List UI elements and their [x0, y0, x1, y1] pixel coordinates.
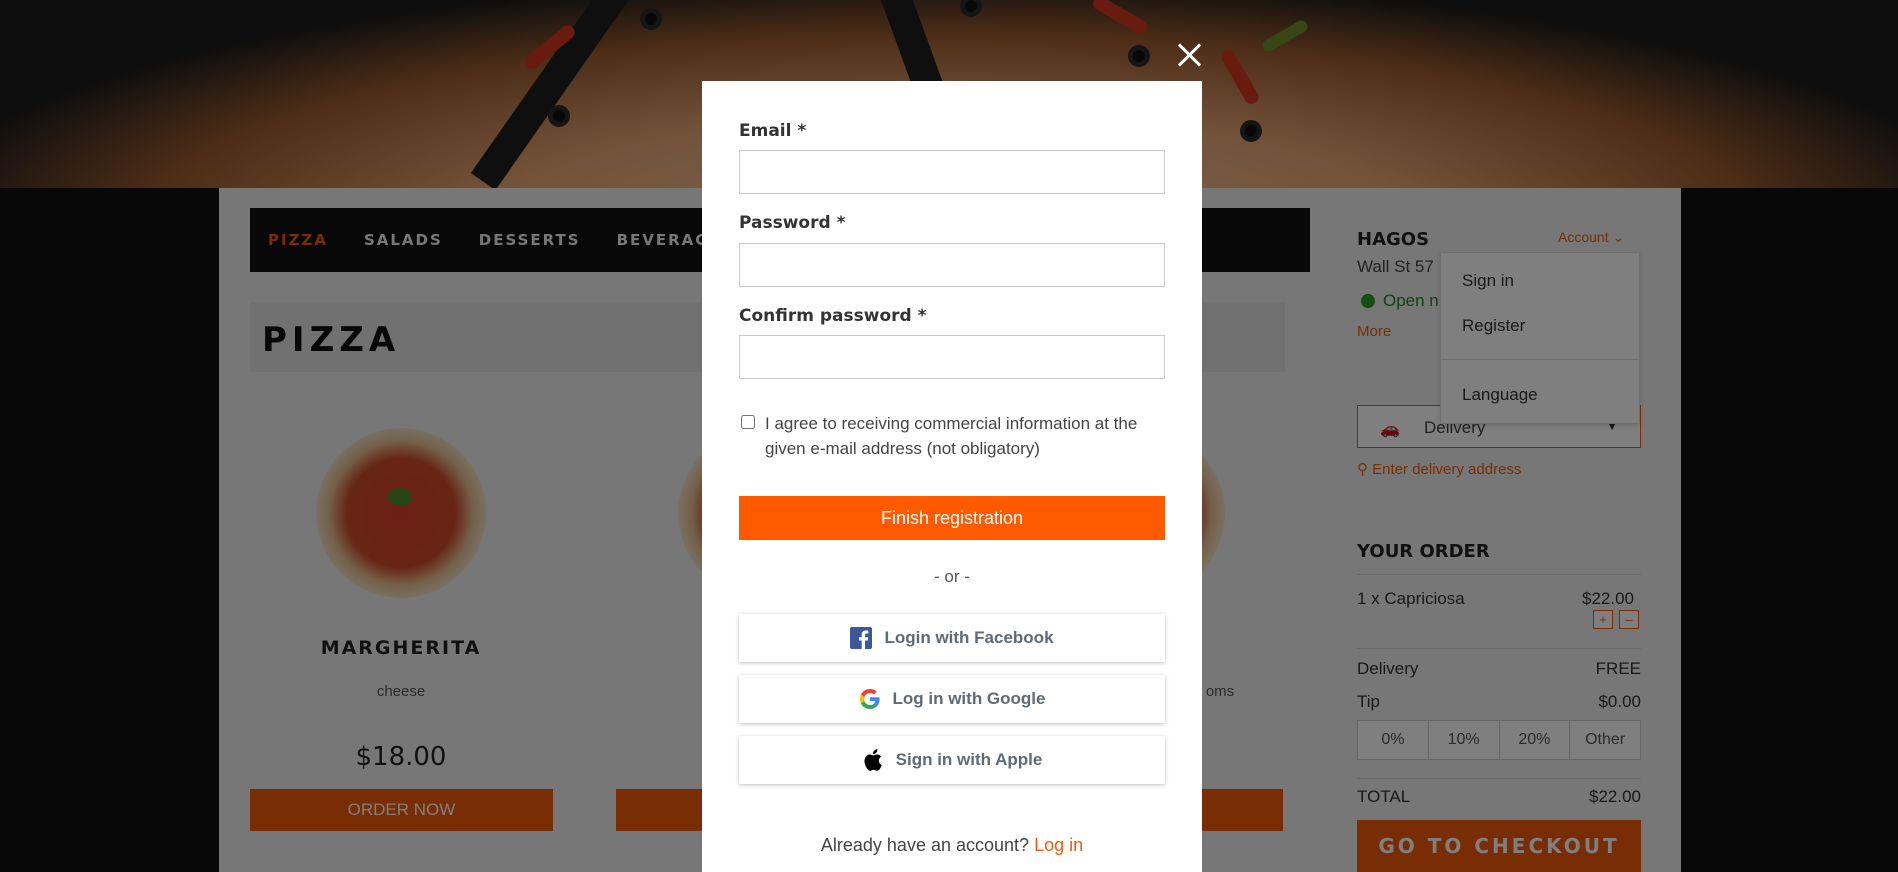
apple-button-label: Sign in with Apple: [895, 750, 1043, 769]
already-text: Already have an account?: [820, 835, 1030, 855]
confirm-password-field[interactable]: [739, 335, 1165, 379]
log-in-link[interactable]: Log in: [1034, 835, 1083, 855]
password-field[interactable]: [739, 243, 1165, 287]
google-icon: [859, 688, 881, 710]
confirm-password-label: Confirm password *: [739, 306, 927, 326]
apple-icon: [862, 749, 884, 771]
consent-text: I agree to receiving commercial informat…: [765, 414, 1138, 458]
google-button-label: Log in with Google: [892, 689, 1046, 708]
consent-checkbox[interactable]: [741, 415, 755, 429]
password-label: Password *: [739, 213, 846, 233]
or-divider: - or -: [934, 567, 970, 586]
finish-registration-button[interactable]: Finish registration: [739, 496, 1165, 540]
email-label: Email *: [739, 121, 807, 141]
facebook-button-label: Login with Facebook: [884, 628, 1054, 647]
already-have-account: Already have an account? Log in: [702, 835, 1202, 856]
login-with-google-button[interactable]: Log in with Google: [739, 675, 1165, 723]
sign-in-with-apple-button[interactable]: Sign in with Apple: [739, 736, 1165, 784]
close-icon[interactable]: [1172, 38, 1206, 72]
facebook-icon: [850, 627, 873, 649]
registration-modal: Email * Password * Confirm password * I …: [702, 81, 1202, 872]
login-with-facebook-button[interactable]: Login with Facebook: [739, 614, 1165, 662]
email-field[interactable]: [739, 150, 1165, 194]
